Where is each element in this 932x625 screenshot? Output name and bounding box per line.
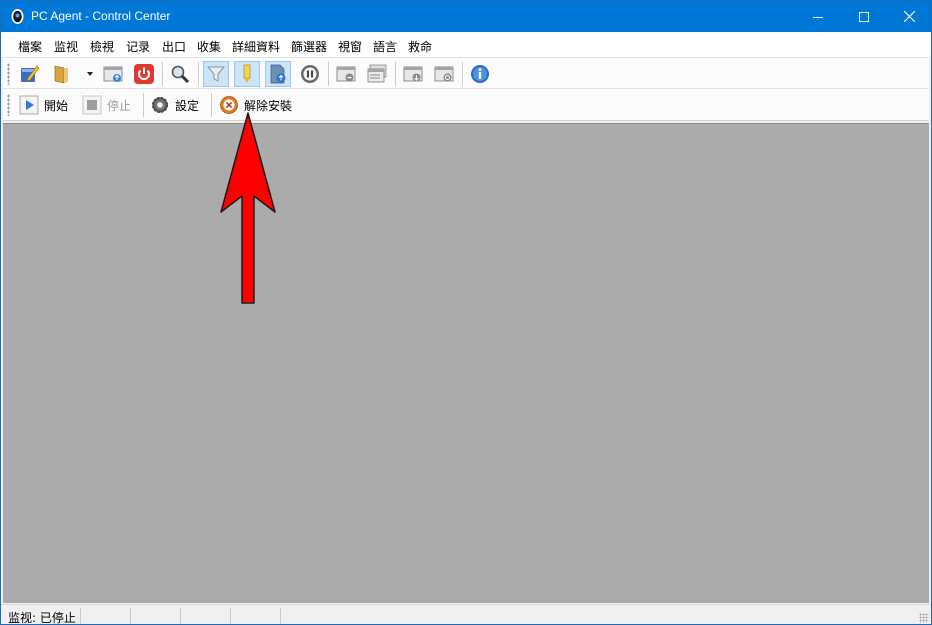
toolbar-grip[interactable] bbox=[7, 63, 10, 85]
gear-icon bbox=[152, 97, 168, 113]
mdi-client-area[interactable] bbox=[3, 123, 929, 603]
menu-bar: 檔案 监视 檢視 记录 出口 收集 詳細資料 篩選器 視窗 語言 救命 bbox=[1, 32, 931, 57]
minimize-button[interactable] bbox=[795, 1, 841, 32]
maximize-button[interactable] bbox=[841, 1, 887, 32]
settings-button[interactable]: 設定 bbox=[150, 92, 199, 118]
menu-help[interactable]: 救命 bbox=[408, 38, 432, 55]
menu-details[interactable]: 詳細資料 bbox=[232, 38, 280, 55]
toolbar-separator bbox=[211, 93, 213, 117]
search-button[interactable] bbox=[167, 61, 193, 87]
window-list-button[interactable] bbox=[364, 61, 390, 87]
toolbar-separator bbox=[395, 62, 397, 86]
menu-language[interactable]: 語言 bbox=[373, 38, 397, 55]
menu-file[interactable]: 檔案 bbox=[18, 38, 42, 55]
status-panel bbox=[181, 608, 231, 624]
window-minus-button[interactable] bbox=[333, 61, 359, 87]
red-arrow-up-icon bbox=[220, 112, 276, 304]
toolbar-grip[interactable] bbox=[7, 94, 10, 116]
dropdown-arrow-icon[interactable] bbox=[87, 72, 93, 76]
status-panel bbox=[131, 608, 181, 624]
window-title: PC Agent - Control Center bbox=[31, 9, 171, 23]
stop-icon bbox=[82, 95, 102, 115]
menu-log[interactable]: 记录 bbox=[126, 38, 150, 55]
document-upload-icon bbox=[270, 64, 286, 84]
toolbar-separator bbox=[328, 62, 330, 86]
info-icon bbox=[471, 65, 489, 83]
main-window: PC Agent - Control Center 檔案 监视 檢視 记录 出口… bbox=[0, 0, 932, 625]
stop-button[interactable]: 停止 bbox=[82, 92, 131, 118]
app-eye-icon bbox=[11, 9, 24, 24]
power-button[interactable] bbox=[131, 61, 157, 87]
start-button[interactable]: 開始 bbox=[19, 92, 68, 118]
title-bar[interactable]: PC Agent - Control Center bbox=[1, 1, 931, 32]
menu-view[interactable]: 檢視 bbox=[90, 38, 114, 55]
open-folder-icon bbox=[54, 65, 68, 84]
status-bar: 监视: 已停止 bbox=[1, 604, 931, 624]
highlight-marker-icon bbox=[243, 64, 251, 83]
window-list-icon bbox=[367, 64, 387, 83]
toolbar-separator bbox=[162, 62, 164, 86]
search-magnifier-icon bbox=[171, 65, 190, 84]
filter-funnel-icon bbox=[206, 66, 226, 82]
stop-label: 停止 bbox=[107, 98, 132, 113]
toolbar-separator bbox=[462, 62, 464, 86]
resize-grip[interactable] bbox=[919, 613, 929, 623]
filter-button[interactable] bbox=[203, 61, 229, 87]
highlight-button[interactable] bbox=[234, 61, 260, 87]
edit-notebook-icon bbox=[21, 65, 40, 82]
export-window-icon bbox=[103, 66, 123, 82]
info-button[interactable] bbox=[467, 61, 493, 87]
window-minus-icon bbox=[336, 66, 356, 82]
minimize-icon bbox=[813, 16, 823, 18]
status-panel bbox=[231, 608, 281, 624]
window-download-button[interactable] bbox=[400, 61, 426, 87]
window-download-icon bbox=[403, 66, 423, 82]
menu-collect[interactable]: 收集 bbox=[197, 38, 221, 55]
start-label: 開始 bbox=[44, 98, 69, 113]
window-refresh-icon bbox=[434, 66, 454, 82]
close-icon bbox=[903, 11, 915, 22]
pause-circle-icon bbox=[301, 65, 319, 83]
close-button[interactable] bbox=[886, 1, 931, 32]
menu-window[interactable]: 視窗 bbox=[338, 38, 362, 55]
menu-export[interactable]: 出口 bbox=[162, 38, 186, 55]
settings-label: 設定 bbox=[175, 98, 200, 113]
toolbar-separator bbox=[143, 93, 145, 117]
export-window-button[interactable] bbox=[100, 61, 126, 87]
edit-button[interactable] bbox=[16, 61, 42, 87]
agent-toolbar: 開始 停止 設定 解除安裝 bbox=[3, 89, 929, 121]
document-upload-button[interactable] bbox=[265, 61, 291, 87]
power-icon bbox=[134, 64, 154, 84]
status-panel bbox=[81, 608, 131, 624]
menu-monitor[interactable]: 监视 bbox=[54, 38, 78, 55]
window-refresh-button[interactable] bbox=[431, 61, 457, 87]
menu-filter[interactable]: 篩選器 bbox=[291, 38, 327, 55]
pause-button[interactable] bbox=[297, 61, 323, 87]
status-panel bbox=[1, 608, 81, 624]
play-icon bbox=[19, 95, 39, 115]
open-button[interactable] bbox=[49, 61, 75, 87]
toolbar-separator bbox=[198, 62, 200, 86]
maximize-icon bbox=[859, 11, 869, 22]
main-toolbar bbox=[3, 57, 929, 89]
